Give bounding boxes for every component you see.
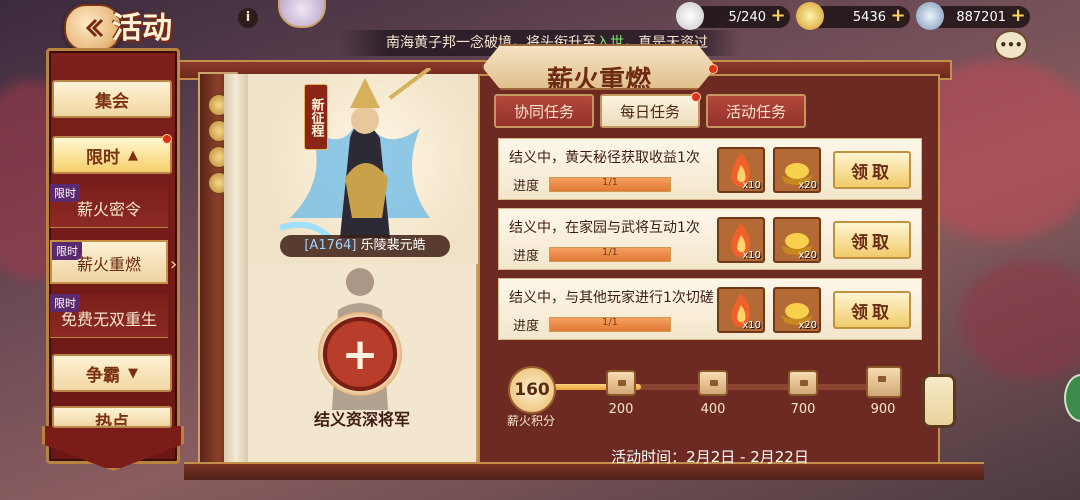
chat-icon[interactable]: ••• [994, 30, 1028, 60]
sidebar-item-xinhuo-order[interactable]: 限时 薪火密令 [50, 184, 168, 228]
page-title: 活动 [112, 11, 172, 46]
notification-dot [708, 64, 718, 74]
resource-rice: 5/240 + [676, 2, 790, 30]
gold-ingot-icon [796, 2, 824, 30]
gold-ingot-icon[interactable]: x20 [773, 287, 821, 333]
selected-arrow-icon: › [170, 254, 178, 275]
tab-cooperative-tasks[interactable]: 协同任务 [494, 94, 594, 128]
fire-icon[interactable]: x10 [717, 217, 765, 263]
progress-bar: 1/1 [549, 177, 671, 192]
milestone-label: 700 [790, 402, 816, 417]
sidebar-item-contest[interactable]: 争霸 ▼ [52, 354, 172, 392]
sidebar-item-xinhuo-rekindle[interactable]: 限时 薪火重燃 [50, 240, 168, 284]
lantern-decoration [922, 374, 956, 428]
reward-chest-icon[interactable] [788, 370, 818, 396]
milestone-label: 400 [700, 402, 726, 417]
resource-gold: 5436 + [796, 2, 910, 30]
back-arrow-icon [85, 18, 104, 38]
tab-event-tasks[interactable]: 活动任务 [706, 94, 806, 128]
fire-icon[interactable]: x10 [717, 147, 765, 193]
fire-icon[interactable]: x10 [717, 287, 765, 333]
claim-button[interactable]: 领取 [833, 151, 911, 189]
claim-button[interactable]: 领取 [833, 221, 911, 259]
hero-portrait[interactable] [270, 68, 450, 248]
resource-silver: 887201 + [916, 2, 1030, 30]
chevron-down-icon: ▼ [128, 365, 138, 381]
reward-chest-icon[interactable] [698, 370, 728, 396]
avatar[interactable] [278, 0, 326, 28]
grand-chest-icon[interactable] [866, 366, 902, 398]
side-shortcut-icon[interactable] [1064, 374, 1080, 422]
blossom-decoration [960, 260, 1080, 380]
limited-tag: 限时 [50, 184, 80, 202]
recruit-label: 结义资深将军 [313, 410, 410, 429]
tab-daily-tasks[interactable]: 每日任务 [600, 92, 701, 128]
chevron-up-icon: ▲ [128, 147, 138, 163]
milestone-label: 200 [608, 402, 634, 417]
sidebar-item-free-rebirth[interactable]: 限时 免费无双重生 [50, 294, 168, 338]
limited-tag: 限时 [50, 294, 80, 312]
add-silver-button[interactable]: + [1010, 7, 1026, 25]
limited-tag: 限时 [52, 242, 82, 260]
claim-button[interactable]: 领取 [833, 291, 911, 329]
add-gold-button[interactable]: + [890, 7, 906, 25]
recruit-add-button[interactable]: + [318, 312, 402, 396]
sidebar-item-gathering[interactable]: 集会 [52, 80, 172, 118]
sidebar-item-limited[interactable]: 限时 ▲ [52, 134, 172, 174]
task-row: 结义中，黄天秘径获取收益1次 进度 1/1 x10 x20 领取 [498, 138, 922, 200]
milestone-label: 900 [870, 402, 896, 417]
sidebar-bottom-decoration [42, 426, 184, 471]
progress-bar: 1/1 [549, 317, 671, 332]
task-row: 结义中，在家园与武将互动1次 进度 1/1 x10 x20 领取 [498, 208, 922, 270]
info-icon[interactable]: i [238, 8, 258, 28]
notification-dot [162, 134, 172, 144]
gold-ingot-icon[interactable]: x20 [773, 217, 821, 263]
event-time: 活动时间：2月2日 - 2月22日 [611, 448, 809, 466]
sidebar-item-hot[interactable]: 热点 [52, 406, 172, 428]
silver-coin-icon [916, 2, 944, 30]
scroll-roll-decoration [224, 74, 248, 466]
panel-title: 薪火重燃 [482, 44, 716, 90]
score-label: 薪火积分 [506, 414, 555, 428]
score-value: 160 [508, 366, 556, 414]
reward-chest-icon[interactable] [606, 370, 636, 396]
progress-bar: 1/1 [549, 247, 671, 262]
add-rice-button[interactable]: + [770, 7, 786, 25]
rice-bun-icon [676, 2, 704, 30]
notification-dot [691, 92, 701, 102]
task-row: 结义中，与其他玩家进行1次切磋 进度 1/1 x10 x20 领取 [498, 278, 922, 340]
gold-ingot-icon[interactable]: x20 [773, 147, 821, 193]
new-journey-badge: 新征程 [304, 84, 328, 150]
hero-name: [A1764] 乐陵裴元皓 [280, 235, 450, 257]
